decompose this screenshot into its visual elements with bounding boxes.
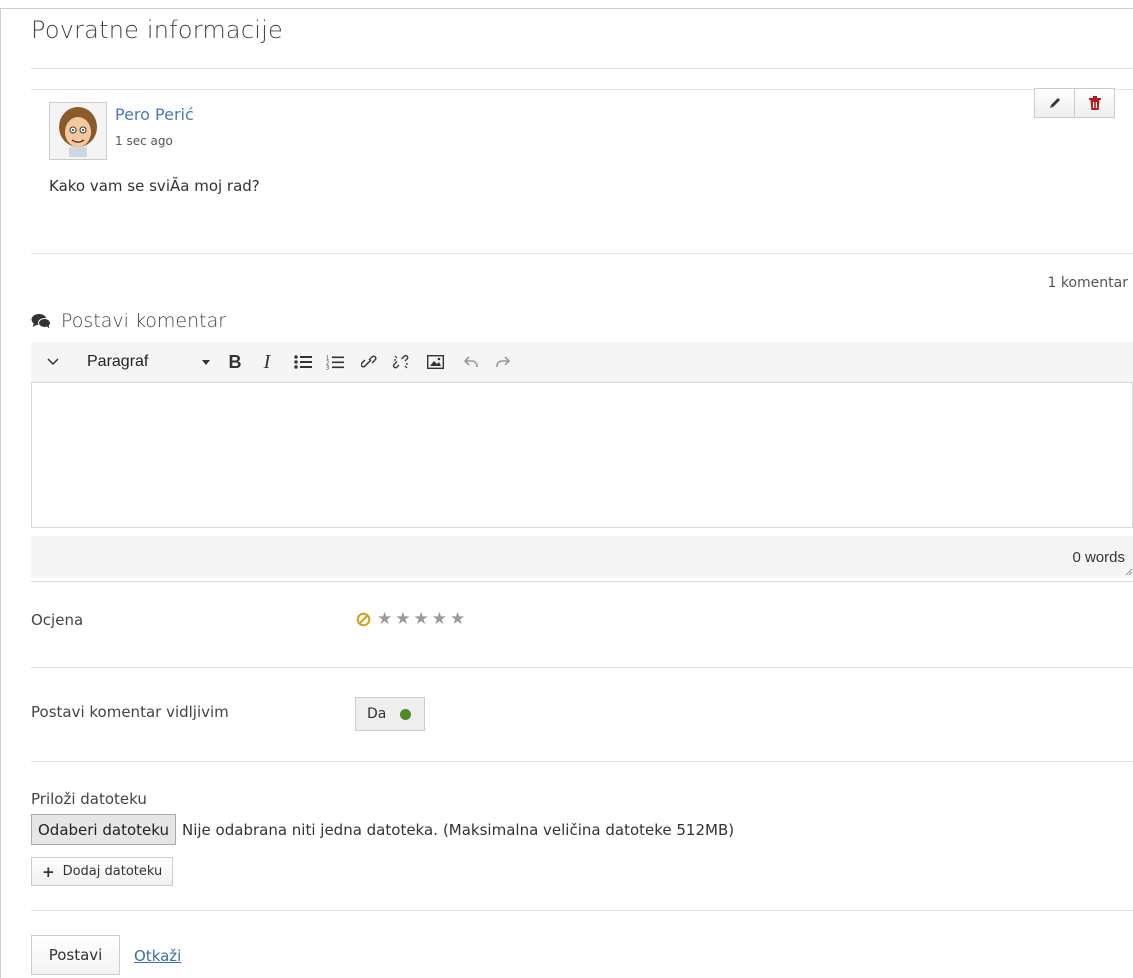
- submit-button[interactable]: Postavi: [31, 935, 120, 975]
- cancel-link[interactable]: Otkaži: [134, 947, 181, 965]
- divider: [31, 667, 1133, 668]
- frame-left-border: [0, 8, 1, 978]
- avatar: [49, 102, 107, 160]
- bold-icon: B: [228, 351, 242, 372]
- svg-text:3: 3: [326, 365, 329, 370]
- divider: [31, 253, 1133, 254]
- visibility-label: Postavi komentar vidljivim: [31, 703, 229, 721]
- visibility-toggle[interactable]: Da: [355, 697, 425, 731]
- rich-text-editor: Paragraf B I 1 2 3 0 words: [31, 342, 1133, 578]
- attachment-label: Priloži datoteku: [31, 790, 147, 808]
- post-actions: [1034, 88, 1115, 118]
- plus-icon: +: [42, 862, 55, 881]
- block-format-select[interactable]: Paragraf: [87, 348, 193, 376]
- comments-icon: [31, 313, 51, 329]
- comment-count: 1 komentar: [1048, 275, 1128, 291]
- file-max-size: (Maksimalna veličina datoteke 512MB): [442, 820, 735, 839]
- toolbar-toggle-button[interactable]: [43, 348, 63, 376]
- editor-statusbar: 0 words: [31, 536, 1133, 578]
- remove-link-button[interactable]: [387, 348, 415, 376]
- italic-icon: I: [263, 350, 271, 373]
- divider: [31, 581, 1133, 582]
- divider: [31, 68, 1133, 69]
- choose-file-button[interactable]: Odaberi datoteku: [31, 814, 176, 845]
- chevron-down-icon: [47, 358, 59, 366]
- file-status: Nije odabrana niti jedna datoteka.: [182, 820, 438, 839]
- numbered-list-button[interactable]: 1 2 3: [321, 348, 349, 376]
- comment-heading: Postavi komentar: [31, 310, 226, 332]
- undo-icon: [464, 356, 478, 367]
- star-icon[interactable]: ★: [450, 611, 465, 628]
- bullet-list-button[interactable]: [289, 348, 317, 376]
- redo-icon: [496, 356, 510, 367]
- format-dropdown-button[interactable]: [199, 348, 213, 376]
- link-icon: [361, 355, 377, 368]
- caret-down-icon: [202, 359, 210, 365]
- post-timestamp: 1 sec ago: [115, 134, 173, 148]
- rating-label: Ocjena: [31, 611, 84, 629]
- comment-editor-area[interactable]: [31, 382, 1133, 528]
- star-icon[interactable]: ★: [377, 611, 392, 628]
- comment-count-label: 1 komentar: [1047, 275, 1128, 291]
- image-icon: [426, 355, 444, 369]
- rating-stars: ★ ★ ★ ★ ★: [356, 611, 468, 628]
- block-format-label: Paragraf: [87, 353, 149, 370]
- italic-button[interactable]: I: [253, 348, 281, 376]
- pencil-icon: [1049, 98, 1060, 108]
- ban-icon[interactable]: [356, 612, 371, 627]
- page-title: Povratne informacije: [31, 16, 283, 44]
- star-icon[interactable]: ★: [414, 611, 429, 628]
- bullet-list-icon: [294, 355, 312, 369]
- toggle-on-indicator: [400, 708, 412, 720]
- comment-heading-text: Postavi komentar: [61, 310, 227, 332]
- undo-button[interactable]: [457, 348, 485, 376]
- post-body: Kako vam se sviĂa moj rad?: [49, 177, 260, 195]
- frame-top-border: [0, 8, 1133, 9]
- divider: [31, 761, 1133, 762]
- avatar-image: [59, 107, 97, 157]
- star-icon[interactable]: ★: [395, 611, 410, 628]
- resize-handle-icon[interactable]: [1125, 568, 1133, 576]
- visibility-toggle-label: Da: [367, 706, 387, 722]
- delete-button[interactable]: [1075, 88, 1115, 118]
- post-author[interactable]: Pero Perić: [115, 105, 194, 124]
- editor-toolbar: Paragraf B I 1 2 3: [31, 342, 1133, 382]
- star-icon[interactable]: ★: [432, 611, 447, 628]
- divider: [31, 89, 1133, 90]
- divider: [31, 910, 1133, 911]
- add-file-button[interactable]: + Dodaj datoteku: [31, 857, 174, 886]
- trash-icon: [1088, 96, 1101, 110]
- word-count: 0 words: [1072, 548, 1125, 566]
- numbered-list-icon: 1 2 3: [326, 355, 344, 370]
- insert-image-button[interactable]: [421, 348, 449, 376]
- bold-button[interactable]: B: [221, 348, 249, 376]
- unlink-icon: [392, 354, 409, 369]
- insert-link-button[interactable]: [355, 348, 383, 376]
- edit-button[interactable]: [1034, 88, 1075, 118]
- redo-button[interactable]: [489, 348, 517, 376]
- file-input-row: Odaberi datoteku Nije odabrana niti jedn…: [31, 814, 734, 845]
- add-file-label: Dodaj datoteku: [62, 864, 163, 879]
